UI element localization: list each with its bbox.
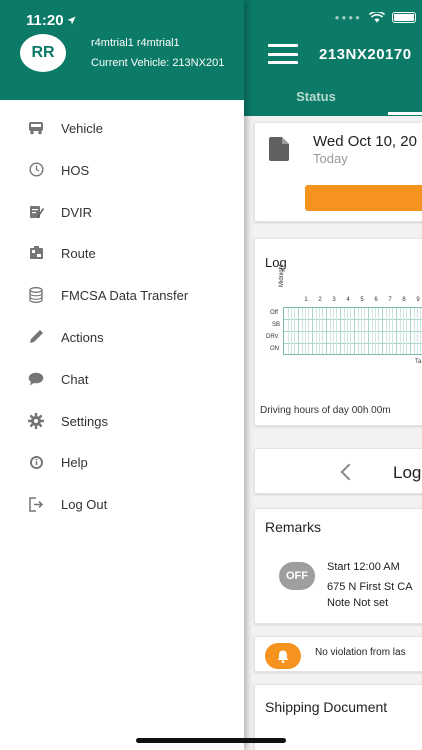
- route-icon: [28, 245, 44, 261]
- date-label: Wed Oct 10, 20: [313, 133, 417, 150]
- drawer-header: 11:20 RR r4mtrial1 r4mtrial1 Current Veh…: [0, 0, 244, 100]
- hour-label: 4: [346, 297, 350, 303]
- menu-item-log-out[interactable]: Log Out: [0, 483, 244, 525]
- date-subtitle: Today: [313, 151, 348, 166]
- hour-label: 2: [318, 297, 322, 303]
- current-vehicle: Current Vehicle: 213NX201: [91, 57, 225, 69]
- shipping-document-title: Shipping Document: [265, 699, 388, 715]
- tab-indicator: [388, 112, 422, 115]
- remarks-title: Remarks: [265, 519, 322, 535]
- drawer-menu: Vehicle HOS DVIR Route FMCSA Data Transf…: [0, 107, 244, 525]
- chevron-left-icon[interactable]: [340, 463, 358, 481]
- hour-label: 6: [374, 297, 378, 303]
- home-indicator[interactable]: [136, 738, 286, 743]
- menu-item-chat[interactable]: Chat: [0, 358, 244, 400]
- menu-item-hos[interactable]: HOS: [0, 149, 244, 191]
- hour-label: 3: [332, 297, 336, 303]
- menu-item-actions[interactable]: Actions: [0, 316, 244, 358]
- app-title: 213NX20170: [319, 46, 412, 63]
- hour-label: 1: [304, 297, 308, 303]
- log-grid: [283, 307, 422, 355]
- row-label-on: ON: [270, 346, 279, 352]
- truck-icon: [28, 120, 44, 136]
- hamburger-menu-icon[interactable]: [268, 44, 298, 64]
- status-icons: ●●●●: [335, 12, 416, 23]
- wifi-icon: [369, 12, 385, 23]
- row-label-off: Off: [270, 310, 278, 316]
- menu-item-label: Actions: [61, 329, 104, 345]
- menu-item-settings[interactable]: Settings: [0, 400, 244, 442]
- remark-note: Note Not set: [327, 597, 389, 609]
- bell-icon: [265, 643, 301, 669]
- date-card: Wed Oct 10, 20 Today: [254, 122, 422, 222]
- remarks-card: Remarks OFF Start 12:00 AM 675 N First S…: [254, 508, 422, 624]
- clock-time: 11:20: [26, 12, 64, 29]
- app-header: ●●●● 213NX20170 Status: [244, 0, 422, 116]
- menu-item-label: Vehicle: [61, 121, 103, 136]
- violation-text: No violation from las: [315, 647, 406, 658]
- location-arrow-icon: [66, 16, 76, 25]
- hour-label: 9: [416, 297, 420, 303]
- menu-item-label: Chat: [61, 371, 89, 387]
- menu-item-fmcsa-data-transfer[interactable]: FMCSA Data Transfer: [0, 274, 244, 316]
- menu-item-vehicle[interactable]: Vehicle: [0, 107, 244, 149]
- menu-item-label: HOS: [61, 162, 90, 178]
- status-action-button[interactable]: [305, 185, 422, 211]
- row-label-sb: SB: [272, 322, 281, 328]
- gear-icon: [28, 412, 44, 429]
- logout-icon: [28, 496, 44, 512]
- menu-item-dvir[interactable]: DVIR: [0, 191, 244, 233]
- driving-hours-label: Driving hours of day 00h 00m: [260, 405, 391, 416]
- navigation-drawer: 11:20 RR r4mtrial1 r4mtrial1 Current Veh…: [0, 0, 244, 750]
- hour-label: 8: [402, 297, 406, 303]
- log-tail-label: Ta: [415, 359, 422, 365]
- row-label-drv: DRV: [266, 334, 279, 340]
- document-icon: [269, 137, 289, 161]
- status-badge-off: OFF: [279, 562, 315, 590]
- menu-item-label: Log Out: [61, 497, 108, 513]
- hour-label: 7: [388, 297, 392, 303]
- clock-icon: [28, 162, 44, 178]
- menu-item-label: Route: [61, 246, 96, 262]
- log-navigation-card: Log: [254, 448, 422, 494]
- clipboard-edit-icon: [28, 204, 44, 220]
- database-icon: [28, 287, 44, 304]
- info-icon: [28, 454, 44, 470]
- menu-item-label: Help: [61, 455, 88, 471]
- main-screen: ●●●● 213NX20170 Status Wed Oct 10, 20 To…: [244, 0, 422, 750]
- hour-label: 5: [360, 297, 364, 303]
- violation-card: No violation from las: [254, 636, 422, 672]
- log-navigation-label: Log: [393, 463, 422, 482]
- menu-item-route[interactable]: Route: [0, 232, 244, 274]
- pencil-icon: [28, 329, 44, 345]
- avatar[interactable]: RR: [20, 34, 66, 72]
- battery-icon: [392, 12, 416, 23]
- signal-icon: ●●●●: [334, 13, 362, 22]
- menu-item-label: Settings: [61, 413, 108, 429]
- user-name: r4mtrial1 r4mtrial1: [91, 37, 180, 49]
- menu-item-label: DVIR: [61, 204, 93, 220]
- menu-item-label: FMCSA Data Transfer: [61, 288, 189, 304]
- remark-address: 675 N First St CA: [327, 581, 413, 593]
- log-card: Log Midnight 1 2 3 4 5 6 7 8 9 1 Off SB …: [254, 238, 422, 426]
- midnight-label: Midnight: [279, 264, 285, 287]
- remark-start-time: Start 12:00 AM: [327, 561, 400, 573]
- status-clock: 11:20: [26, 12, 76, 29]
- tab-status[interactable]: Status: [244, 76, 388, 116]
- menu-item-help[interactable]: Help: [0, 441, 244, 483]
- chat-bubble-icon: [28, 371, 44, 387]
